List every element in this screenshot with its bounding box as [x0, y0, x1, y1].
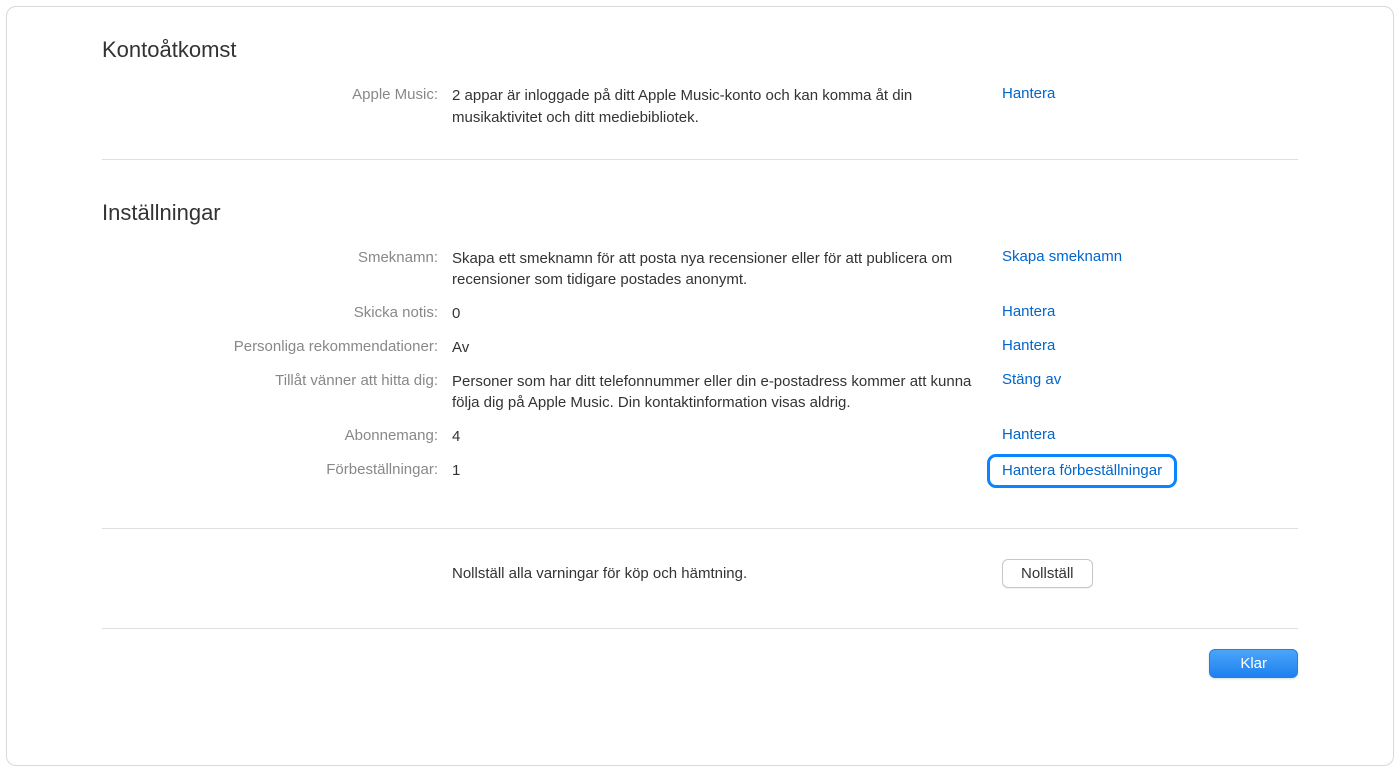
reset-button[interactable]: Nollställ: [1002, 559, 1093, 588]
send-notice-label: Skicka notis:: [102, 303, 452, 321]
send-notice-manage-link[interactable]: Hantera: [1002, 303, 1055, 320]
apple-music-manage-link[interactable]: Hantera: [1002, 85, 1055, 102]
personal-recs-row: Personliga rekommendationer: Av Hantera: [102, 337, 1298, 359]
preorders-row: Förbeställningar: 1 Hantera förbeställni…: [102, 460, 1298, 488]
send-notice-row: Skicka notis: 0 Hantera: [102, 303, 1298, 325]
account-access-title: Kontoåtkomst: [102, 37, 1298, 63]
preorders-value: 1: [452, 460, 992, 482]
allow-friends-row: Tillåt vänner att hitta dig: Personer so…: [102, 371, 1298, 415]
subscriptions-manage-link[interactable]: Hantera: [1002, 426, 1055, 443]
reset-warnings-description: Nollställ alla varningar för köp och häm…: [452, 565, 992, 582]
apple-music-label: Apple Music:: [102, 85, 452, 103]
footer: Klar: [102, 649, 1298, 678]
subscriptions-row: Abonnemang: 4 Hantera: [102, 426, 1298, 448]
allow-friends-value: Personer som har ditt telefonnummer elle…: [452, 371, 992, 415]
divider: [102, 528, 1298, 529]
nickname-row: Smeknamn: Skapa ett smeknamn för att pos…: [102, 248, 1298, 292]
subscriptions-value: 4: [452, 426, 992, 448]
apple-music-value: 2 appar är inloggade på ditt Apple Music…: [452, 85, 992, 129]
done-button[interactable]: Klar: [1209, 649, 1298, 678]
settings-title: Inställningar: [102, 200, 1298, 226]
create-nickname-link[interactable]: Skapa smeknamn: [1002, 248, 1122, 265]
personal-recs-value: Av: [452, 337, 992, 359]
allow-friends-label: Tillåt vänner att hitta dig:: [102, 371, 452, 389]
preorders-highlight: Hantera förbeställningar: [987, 454, 1177, 488]
manage-preorders-link[interactable]: Hantera förbeställningar: [1002, 462, 1162, 479]
subscriptions-label: Abonnemang:: [102, 426, 452, 444]
preorders-label: Förbeställningar:: [102, 460, 452, 478]
apple-music-row: Apple Music: 2 appar är inloggade på dit…: [102, 85, 1298, 129]
account-settings-window: Kontoåtkomst Apple Music: 2 appar är inl…: [6, 6, 1394, 766]
nickname-value: Skapa ett smeknamn för att posta nya rec…: [452, 248, 992, 292]
nickname-label: Smeknamn:: [102, 248, 452, 266]
personal-recs-label: Personliga rekommendationer:: [102, 337, 452, 355]
divider: [102, 159, 1298, 160]
personal-recs-manage-link[interactable]: Hantera: [1002, 337, 1055, 354]
allow-friends-disable-link[interactable]: Stäng av: [1002, 371, 1061, 388]
divider: [102, 628, 1298, 629]
reset-warnings-row: Nollställ alla varningar för köp och häm…: [102, 559, 1298, 588]
send-notice-value: 0: [452, 303, 992, 325]
